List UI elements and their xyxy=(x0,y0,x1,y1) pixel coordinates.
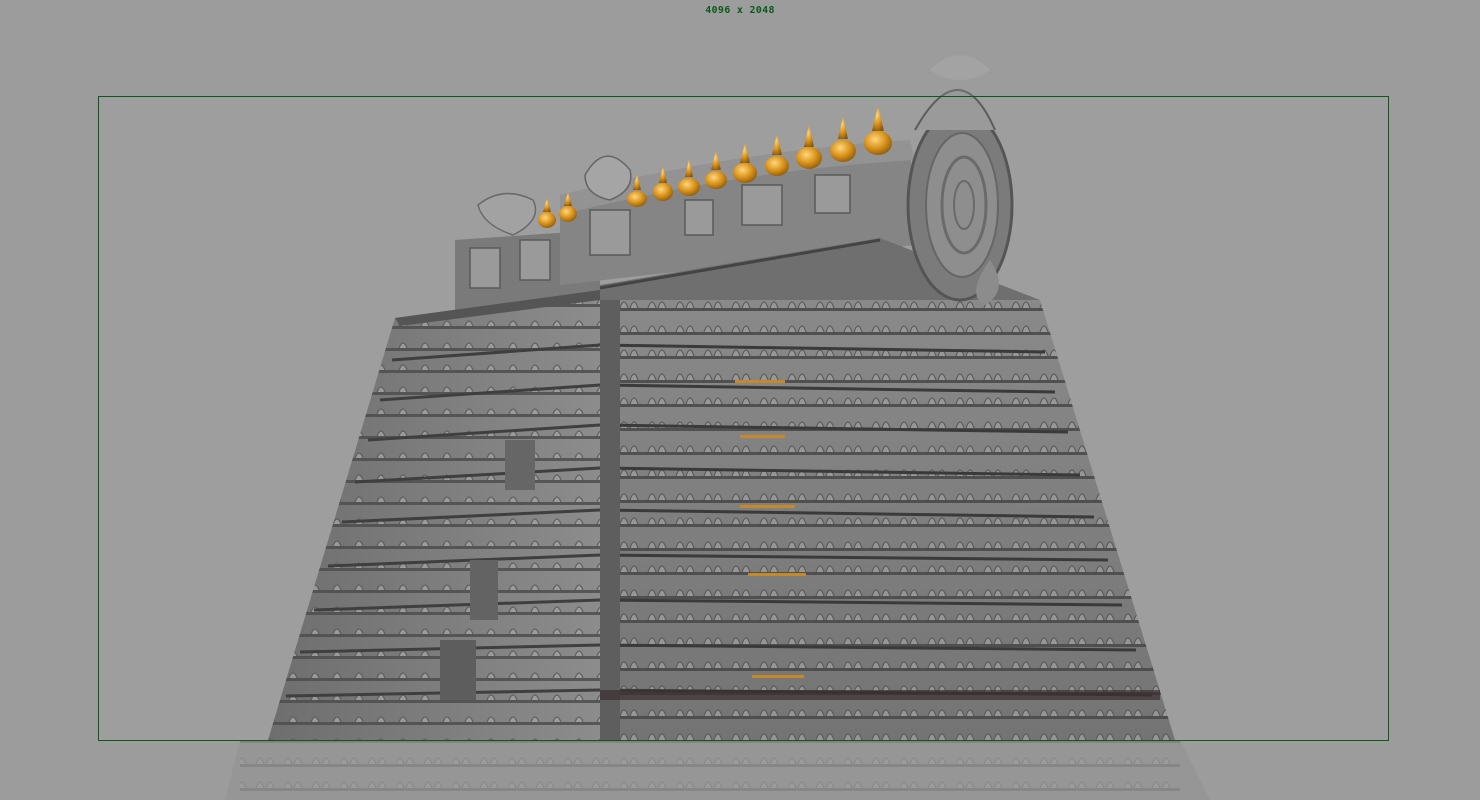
lower-tower-ghost xyxy=(225,740,1210,800)
kalasa xyxy=(864,106,892,155)
tower-front-face xyxy=(599,290,1175,740)
end-arch-medallion xyxy=(906,55,1014,305)
kalasa xyxy=(538,198,556,228)
gopuram-model[interactable] xyxy=(0,0,1480,800)
kalasa xyxy=(830,116,856,162)
tower-left-face xyxy=(268,290,601,740)
maya-viewport[interactable]: 4096 x 2048 xyxy=(0,0,1480,800)
resolution-label: 4096 x 2048 xyxy=(705,5,775,16)
kalasa xyxy=(796,125,822,169)
